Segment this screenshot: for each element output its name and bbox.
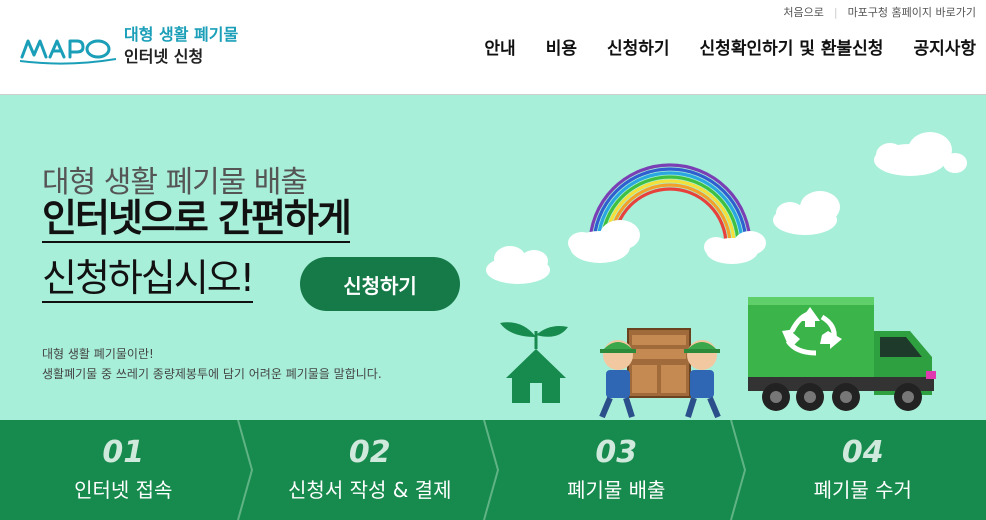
mapo-homepage-link[interactable]: 마포구청 홈페이지 바로가기 [848, 4, 976, 20]
step-number: 04 [841, 435, 884, 470]
utility-links: 처음으로 | 마포구청 홈페이지 바로가기 [783, 4, 976, 20]
main-nav: 안내 비용 신청하기 신청확인하기 및 환불신청 공지사항 [484, 34, 976, 59]
cabinet-icon [627, 328, 691, 398]
garbage-truck-icon [748, 297, 936, 411]
apply-button[interactable]: 신청하기 [300, 257, 460, 311]
hero-illustration [486, 132, 967, 419]
step-label: 인터넷 접속 [74, 478, 173, 502]
step-3: 03 폐기물 배출 [493, 420, 746, 520]
hero-definition-title: 대형 생활 폐기물이란! [42, 347, 154, 361]
step-number: 02 [348, 435, 391, 470]
step-4: 04 폐기물 수거 [740, 420, 986, 520]
step-2: 02 신청서 작성 & 결제 [247, 420, 500, 520]
nav-item-cost[interactable]: 비용 [546, 34, 577, 59]
divider: | [833, 5, 838, 19]
hero-banner: 대형 생활 폐기물 배출 인터넷으로 간편하게 신청하십시오! 신청하기 대형 … [0, 95, 986, 420]
logo-line2: 인터넷 신청 [124, 47, 204, 66]
hero-definition-text: 생활폐기물 중 쓰레기 종량제봉투에 담기 어려운 폐기물을 말합니다. [42, 367, 382, 381]
home-link[interactable]: 처음으로 [783, 4, 823, 20]
mapo-logo-icon [20, 39, 116, 65]
step-label: 신청서 작성 & 결제 [288, 478, 452, 502]
step-1: 01 인터넷 접속 [0, 420, 253, 520]
step-label: 폐기물 수거 [813, 478, 912, 502]
step-label: 폐기물 배출 [567, 478, 666, 502]
logo-line1: 대형 생활 폐기물 [124, 25, 239, 44]
nav-item-check-refund[interactable]: 신청확인하기 및 환불신청 [700, 34, 884, 59]
step-number: 01 [102, 435, 145, 470]
hero-title-line2: 신청하십시오! [42, 255, 255, 303]
hero-title-line1: 인터넷으로 간편하게 [42, 195, 352, 243]
site-header: 처음으로 | 마포구청 홈페이지 바로가기 대형 생활 폐기물 인터넷 신청 안… [0, 0, 986, 95]
site-logo[interactable]: 대형 생활 폐기물 인터넷 신청 [20, 24, 238, 68]
process-steps: 01 인터넷 접속 02 신청서 작성 & 결제 03 폐기물 배출 04 폐기… [0, 420, 986, 520]
nav-item-guide[interactable]: 안내 [484, 34, 515, 59]
house-plant-icon [500, 322, 568, 403]
page: 처음으로 | 마포구청 홈페이지 바로가기 대형 생활 폐기물 인터넷 신청 안… [0, 0, 986, 520]
step-number: 03 [595, 435, 638, 470]
nav-item-apply[interactable]: 신청하기 [607, 34, 670, 59]
nav-item-notice[interactable]: 공지사항 [913, 34, 976, 59]
